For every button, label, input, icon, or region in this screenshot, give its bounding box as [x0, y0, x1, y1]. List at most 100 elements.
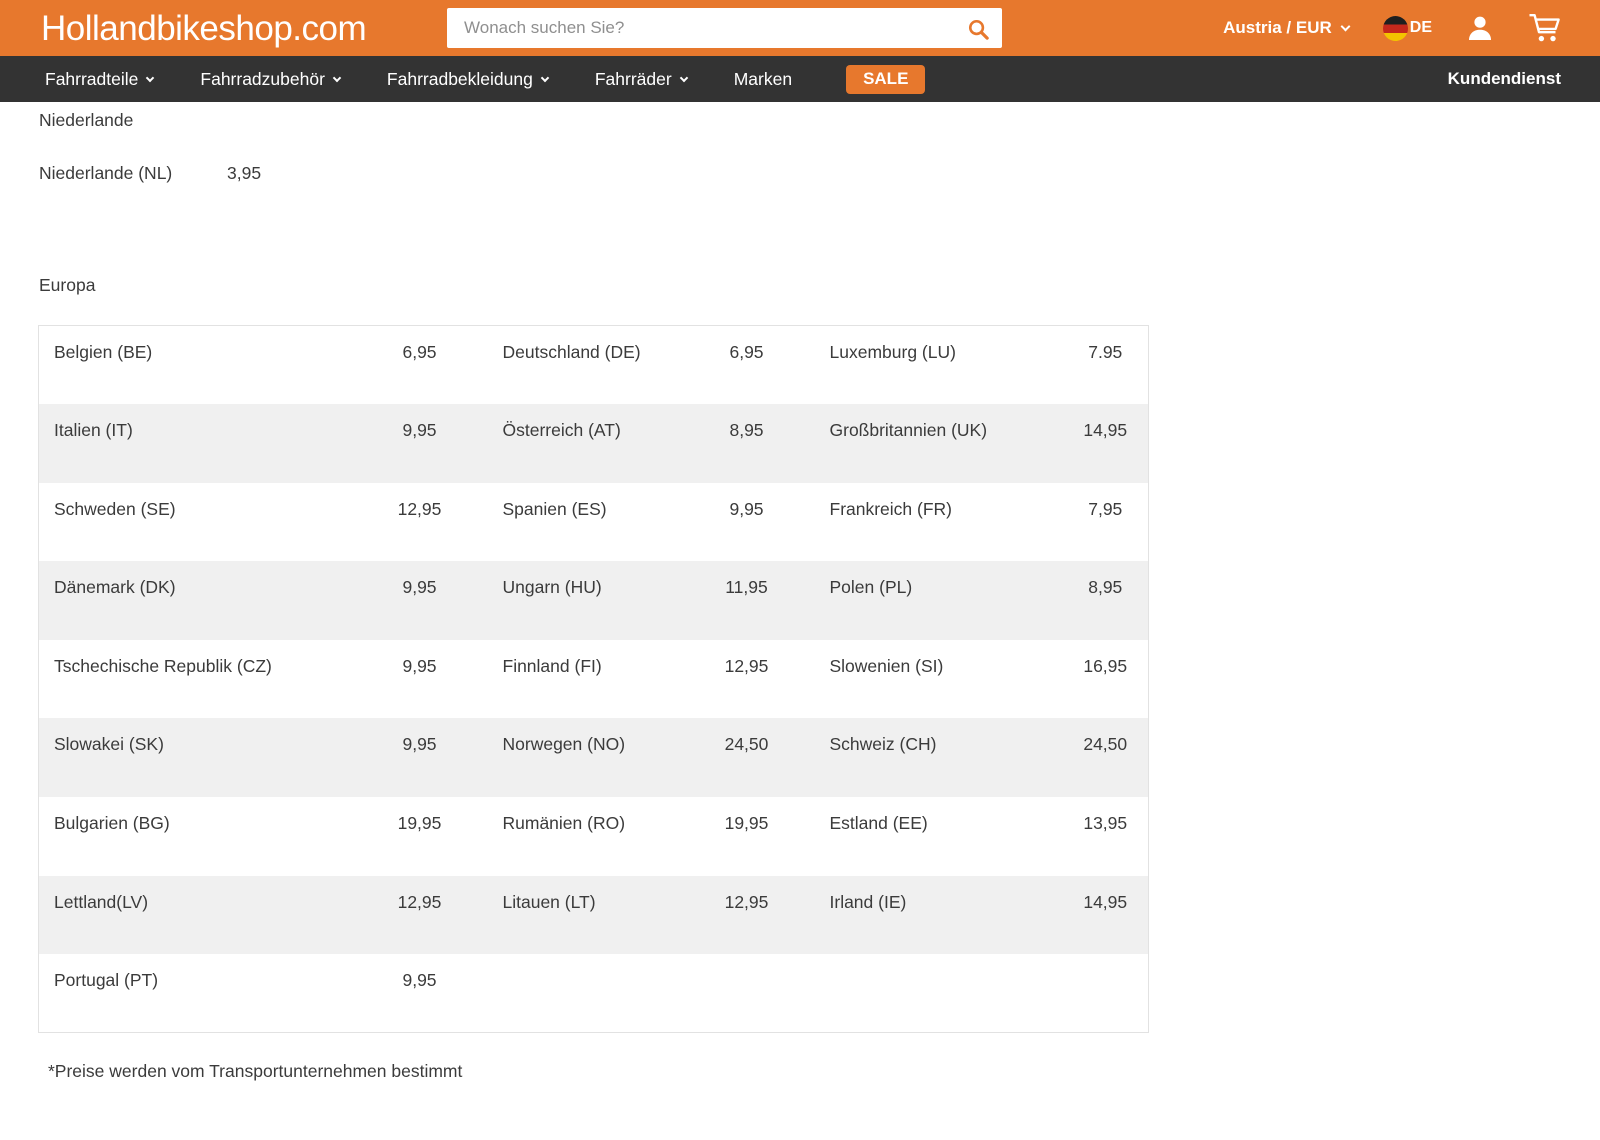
- country-cell: Litauen (LT): [502, 891, 596, 912]
- price-cell: 8,95: [729, 420, 764, 441]
- price-cell: 13,95: [1083, 813, 1128, 834]
- price-cell: 19,95: [397, 813, 442, 834]
- language-code: DE: [1409, 19, 1432, 36]
- country-cell: Bulgarien (BG): [54, 813, 170, 834]
- cart-icon: [1529, 14, 1560, 42]
- nav-item-fahrradzubehör[interactable]: Fahrradzubehör: [200, 69, 342, 89]
- nav-item-fahrräder[interactable]: Fahrräder: [594, 69, 688, 89]
- chevron-down-icon: [679, 73, 688, 82]
- country-cell: [488, 954, 679, 1033]
- country-cell: Finnland (FI): [502, 655, 602, 676]
- chevron-down-icon: [332, 73, 342, 82]
- account-button[interactable]: [1466, 14, 1494, 42]
- price-cell: 9,95: [402, 734, 437, 755]
- country-cell: Estland (EE): [829, 813, 928, 834]
- kundendienst-link[interactable]: Kundendienst: [1448, 69, 1561, 89]
- chevron-down-icon: [540, 73, 550, 82]
- price-cell: 7,95: [1088, 498, 1123, 519]
- search-bar: [447, 8, 1002, 48]
- country-cell: [815, 954, 1063, 1033]
- locale-label: Austria / EUR: [1223, 18, 1332, 37]
- country-cell: Tschechische Republik (CZ): [54, 655, 272, 676]
- shipping-table-row: Belgien (BE) 6,95 Deutschland (DE) 6,95 Luxe…: [39, 326, 1149, 405]
- nav-item-fahrradteile[interactable]: Fahrradteile: [45, 69, 155, 89]
- main-nav: Fahrradteile Fahrradzubehör Fahrradbekleid…: [0, 56, 1600, 102]
- price-cell: [1063, 954, 1149, 1033]
- price-cell: 12,95: [724, 891, 769, 912]
- nav-items: Fahrradteile Fahrradzubehör Fahrradbekleid…: [45, 69, 792, 89]
- sale-button[interactable]: SALE: [846, 64, 926, 94]
- country-cell: Spanien (ES): [502, 498, 607, 519]
- country-label: Niederlande (NL): [39, 163, 173, 183]
- country-cell: Irland (IE): [829, 891, 907, 912]
- price-value: 3,95: [227, 163, 262, 183]
- price-cell: 16,95: [1083, 655, 1128, 676]
- price-cell: 8,95: [1088, 577, 1123, 598]
- language-selector[interactable]: DE: [1382, 15, 1432, 41]
- europe-section-title: Europa: [39, 275, 96, 295]
- country-cell: Slowakei (SK): [54, 734, 164, 755]
- nav-item-label: Fahrradzubehör: [200, 69, 325, 89]
- country-cell: Lettland(LV): [54, 891, 149, 912]
- site-header: Hollandbikeshop.com Austria / EUR DE: [0, 0, 1600, 56]
- nav-item-label: Fahrradteile: [45, 69, 139, 89]
- country-cell: Ungarn (HU): [502, 577, 602, 598]
- country-cell: Portugal (PT): [54, 970, 159, 991]
- price-cell: 6,95: [729, 342, 764, 362]
- chevron-down-icon: [146, 73, 155, 82]
- country-cell: Polen (PL): [829, 577, 913, 598]
- search-input[interactable]: [447, 8, 967, 48]
- country-cell: Luxemburg (LU): [829, 342, 956, 362]
- country-cell: Deutschland (DE): [502, 342, 641, 362]
- shipping-table-row: Slowakei (SK) 9,95 Norwegen (NO) 24,50 Schwe…: [38, 718, 1149, 798]
- price-footnote: *Preise werden vom Transportunternehmen …: [48, 1061, 463, 1082]
- country-cell: Belgien (BE): [54, 342, 153, 362]
- shipping-table-row: Tschechische Republik (CZ) 9,95 Finnland (…: [39, 640, 1149, 719]
- search-button[interactable]: [967, 16, 1002, 41]
- price-cell: [679, 954, 815, 1033]
- shipping-table-row: Italien (IT) 9,95 Österreich (AT) 8,95 Großb…: [38, 404, 1149, 483]
- price-cell: 9,95: [402, 655, 437, 676]
- nav-item-fahrradbekleidung[interactable]: Fahrradbekleidung: [386, 69, 550, 89]
- price-cell: 9,95: [402, 420, 437, 441]
- netherlands-section-title: Niederlande: [39, 110, 134, 130]
- price-cell: 9,95: [402, 970, 437, 991]
- country-cell: Schweden (SE): [54, 498, 176, 519]
- site-logo[interactable]: Hollandbikeshop.com: [41, 11, 367, 46]
- netherlands-price-row: Niederlande (NL) 3,95: [39, 163, 1600, 183]
- price-cell: 24,50: [724, 734, 769, 755]
- nav-item-label: Fahrradbekleidung: [386, 69, 533, 89]
- shipping-table-row: Dänemark (DK) 9,95 Ungarn (HU) 11,95 Polen (…: [38, 561, 1149, 640]
- price-cell: 19,95: [724, 813, 769, 834]
- nav-item-label: Marken: [733, 69, 793, 89]
- german-flag-icon: [1382, 15, 1408, 41]
- price-cell: 24,50: [1083, 734, 1128, 755]
- cart-button[interactable]: [1528, 13, 1561, 43]
- nav-item-marken[interactable]: Marken: [734, 69, 792, 89]
- chevron-down-icon: [1340, 21, 1351, 31]
- country-cell: Rumänien (RO): [502, 813, 626, 834]
- country-cell: Großbritannien (UK): [829, 420, 988, 441]
- user-icon: [1469, 16, 1491, 40]
- country-cell: Österreich (AT): [502, 420, 621, 441]
- shipping-table-row: Portugal (PT) 9,95: [39, 954, 1149, 1033]
- price-cell: 12,95: [397, 498, 442, 519]
- header-right-group: Austria / EUR DE: [1223, 13, 1600, 43]
- country-cell: Slowenien (SI): [829, 655, 944, 676]
- shipping-table-row: Bulgarien (BG) 19,95 Rumänien (RO) 19,95 Est…: [39, 797, 1149, 876]
- country-cell: Frankreich (FR): [829, 498, 953, 519]
- price-cell: 14,95: [1083, 420, 1128, 441]
- price-cell: 6,95: [402, 342, 437, 362]
- country-cell: Norwegen (NO): [502, 734, 626, 755]
- price-cell: 9,95: [729, 498, 764, 519]
- locale-selector[interactable]: Austria / EUR: [1223, 18, 1351, 38]
- shipping-table-row: Schweden (SE) 12,95 Spanien (ES) 9,95 Frankr…: [39, 483, 1149, 562]
- price-cell: 12,95: [724, 655, 769, 676]
- price-cell: 14,95: [1083, 891, 1128, 912]
- price-cell: 11,95: [725, 577, 768, 598]
- price-cell: 9,95: [402, 577, 437, 598]
- price-cell: 7.95: [1088, 342, 1123, 362]
- nav-item-label: Fahrräder: [594, 69, 672, 89]
- country-cell: Dänemark (DK): [54, 577, 176, 598]
- country-cell: Italien (IT): [54, 420, 133, 441]
